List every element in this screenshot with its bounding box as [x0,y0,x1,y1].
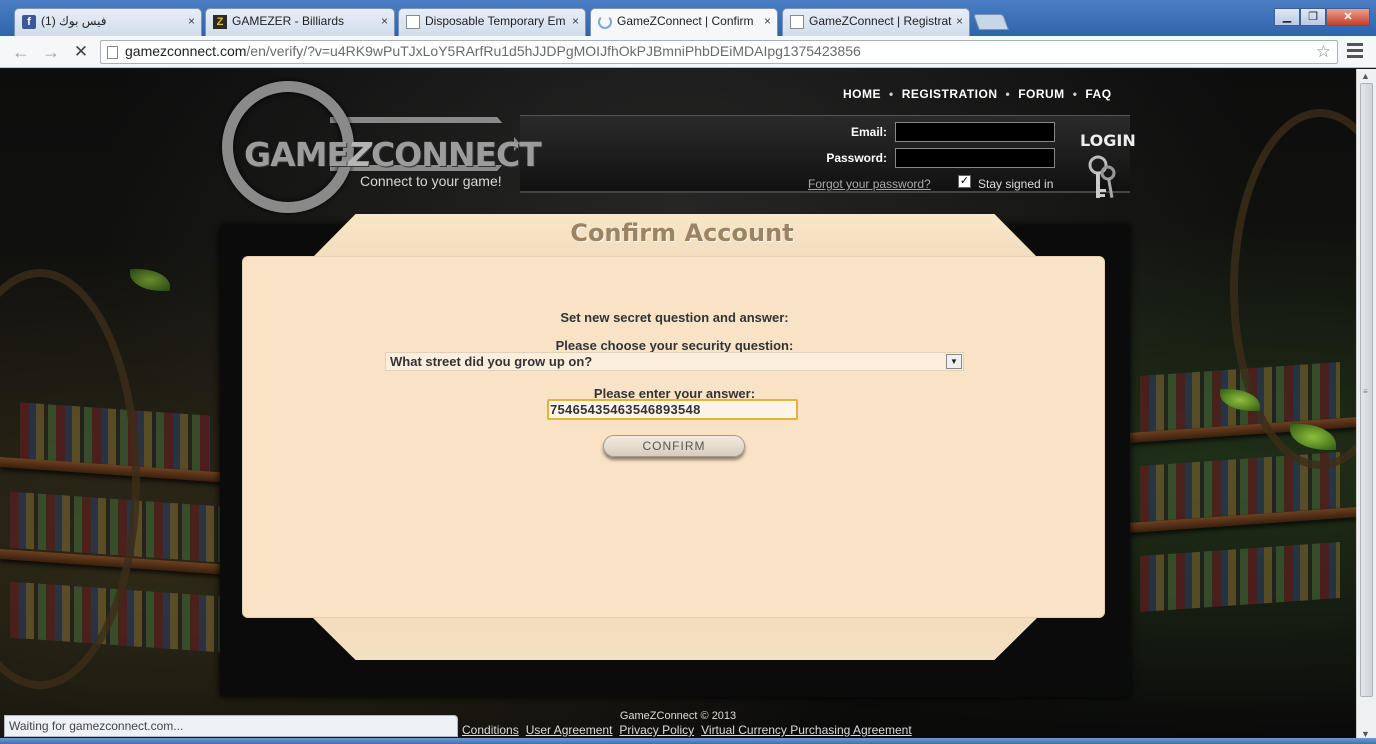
tab-label: Disposable Temporary Em [425,14,566,28]
page-title: Confirm Account [570,219,794,247]
close-window-icon[interactable]: ✕ [1326,8,1370,26]
nav-faq[interactable]: FAQ [1085,87,1111,101]
dropdown-arrow-icon[interactable]: ▼ [946,354,962,369]
leaf [130,269,170,291]
gamezer-icon: Z [213,15,227,29]
stay-signed-in-label: Stay signed in [978,177,1054,191]
confirm-button[interactable]: CONFIRM [603,435,745,457]
window-controls: ▁ ❐ ✕ [1274,8,1370,26]
tab-registration[interactable]: GameZConnect | Registrat × [782,8,970,36]
email-field[interactable] [895,122,1055,142]
panel-bottom-tab [312,617,1038,660]
bookshelf-books [1140,542,1340,612]
nav-separator: • [889,87,894,101]
page-icon [107,46,118,59]
nav-forum[interactable]: FORUM [1018,87,1065,101]
status-bar: Waiting for gamezconnect.com... [4,715,458,737]
tab-label: GameZConnect | Registrat [809,14,952,28]
facebook-icon: f [22,15,36,29]
footer-link-user-agreement[interactable]: User Agreement [526,723,613,737]
page-icon [406,15,420,29]
confirm-form: Set new secret question and answer: Plea… [242,256,1105,618]
tab-facebook[interactable]: f فيس بوك (1) × [14,8,202,36]
security-question-select[interactable]: What street did you grow up on? ▼ [385,352,964,371]
page-viewport: GAMEZCONNECT Connect to your game! HOME … [0,69,1356,744]
back-arrow-icon[interactable]: ← [10,41,32,63]
tab-gamezer[interactable]: Z GAMEZER - Billiards × [205,8,395,36]
tab-disposable-email[interactable]: Disposable Temporary Em × [398,8,586,36]
browser-tab-bar: f فيس بوك (1) × Z GAMEZER - Billiards × … [0,0,1376,37]
logo-z: Z [348,135,372,174]
forward-arrow-icon[interactable]: → [40,41,62,63]
close-icon[interactable]: × [764,14,771,28]
page-icon [790,15,804,29]
stop-icon[interactable]: ✕ [70,41,92,63]
close-icon[interactable]: × [381,14,388,28]
footer-link-conditions[interactable]: Conditions [462,723,519,737]
tab-confirm-active[interactable]: GameZConnect | Confirm × [590,8,778,37]
browser-toolbar: ← → ✕ gamezconnect.com/en/verify/?v=u4RK… [0,36,1376,68]
close-icon[interactable]: × [956,14,963,28]
login-button[interactable]: LOGIN [1080,131,1136,150]
page-scrollbar[interactable]: ▲ ≡ ▼ [1356,69,1376,744]
minimize-icon[interactable]: ▁ [1274,8,1300,26]
set-new-heading: Set new secret question and answer: [560,310,789,325]
restore-icon[interactable]: ❐ [1300,8,1326,26]
url-host: gamezconnect.com [125,43,247,59]
selected-question: What street did you grow up on? [390,354,593,369]
question-label: Please choose your security question: [555,338,794,353]
close-icon[interactable]: × [572,14,579,28]
stay-signed-in-checkbox[interactable]: ✓ [958,175,971,188]
bookmark-star-icon[interactable]: ☆ [1316,42,1331,62]
footer-links: Conditions User Agreement Privacy Policy… [462,723,912,737]
nav-registration[interactable]: REGISTRATION [902,87,998,101]
menu-icon[interactable] [1347,43,1363,59]
footer-link-virtual-currency[interactable]: Virtual Currency Purchasing Agreement [701,723,912,737]
keys-icon [1088,155,1116,198]
logo-word-game: GAME [244,135,349,174]
email-label: Email: [850,125,887,139]
tab-label: GameZConnect | Confirm [617,14,754,28]
password-field[interactable] [895,148,1055,168]
forgot-password-link[interactable]: Forgot your password? [808,177,931,191]
password-label: Password: [826,151,887,165]
top-nav: HOME • REGISTRATION • FORUM • FAQ [843,87,1112,101]
url-path: /en/verify/?v=u4RK9wPuTJxLoY5RArfRu1d5hJ… [246,43,861,59]
tab-label: فيس بوك (1) [41,14,107,28]
site-tagline: Connect to your game! [360,173,502,189]
nav-separator: • [1072,87,1078,101]
loading-icon [598,15,612,29]
tab-label: GAMEZER - Billiards [232,14,345,28]
site-logo[interactable]: GAMEZCONNECT [244,135,542,174]
logo-word-connect: CONNECT [370,135,542,174]
close-icon[interactable]: × [188,14,195,28]
nav-home[interactable]: HOME [843,87,881,101]
address-bar[interactable]: gamezconnect.com/en/verify/?v=u4RK9wPuTJ… [100,40,1338,64]
nav-separator: • [1005,87,1011,101]
new-tab-button[interactable] [973,14,1009,30]
scroll-grip-icon: ≡ [1363,387,1368,396]
scroll-up-icon[interactable]: ▲ [1361,71,1370,81]
os-taskbar [0,738,1376,744]
footer-link-privacy-policy[interactable]: Privacy Policy [619,723,694,737]
answer-input[interactable]: 75465435463546893548 [547,399,798,420]
